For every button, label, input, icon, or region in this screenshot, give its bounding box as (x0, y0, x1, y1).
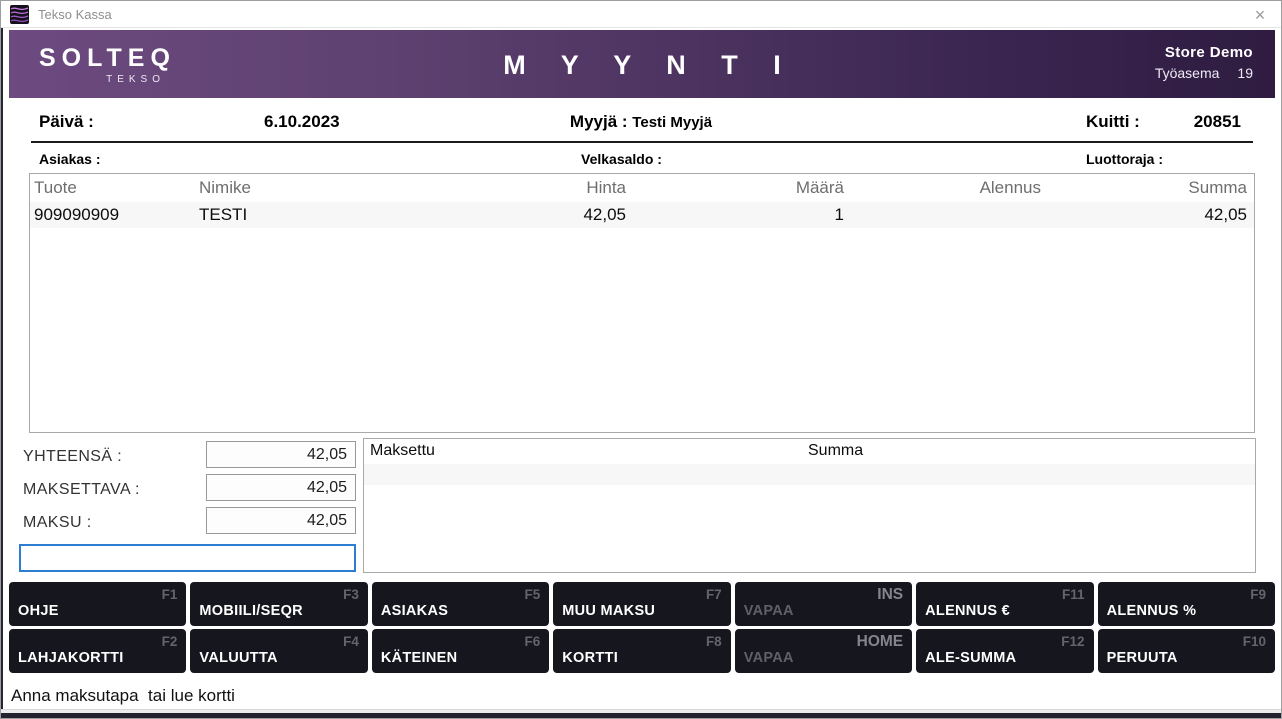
key-hint: F6 (525, 634, 541, 649)
mobile-seqr-button[interactable]: F3 MOBIILI/SEQR (190, 582, 367, 626)
payments-header-row: Maksettu Summa (364, 439, 1255, 464)
key-hint: INS (877, 586, 903, 604)
key-hint: F5 (525, 587, 541, 602)
col-header-product: Tuote (34, 178, 199, 198)
button-label: ALE-SUMMA (925, 650, 1016, 666)
free-button-ins: INS VAPAA (735, 582, 912, 626)
paid-column-header: Maksettu (370, 442, 435, 460)
key-hint: F8 (706, 634, 722, 649)
col-header-sum: Summa (1041, 178, 1247, 198)
items-table-header: Tuote Nimike Hinta Määrä Alennus Summa (30, 174, 1254, 202)
customer-label: Asiakas : (39, 151, 100, 167)
button-label: KORTTI (562, 650, 618, 666)
discount-sum-button[interactable]: F12 ALE-SUMMA (916, 629, 1093, 673)
receipt-number: 20851 (1194, 112, 1241, 132)
button-label: VALUUTTA (199, 650, 277, 666)
window-bottom-border (1, 709, 1281, 718)
total-label: YHTEENSÄ : (23, 448, 122, 466)
customer-info-row: Asiakas : Velkasaldo : Luottoraja : (1, 151, 1281, 171)
receipt-label: Kuitti : (1086, 112, 1140, 132)
key-hint: F9 (1250, 587, 1266, 602)
payable-label: MAKSETTAVA : (23, 481, 140, 499)
key-hint: F7 (706, 587, 722, 602)
seller-label: Myyjä : (570, 112, 628, 131)
button-label: ALENNUS € (925, 603, 1010, 619)
store-info: Store Demo Työasema 19 (1155, 44, 1253, 81)
payment-entry-input[interactable] (19, 544, 356, 572)
divider-line (31, 141, 1253, 143)
button-label: ALENNUS % (1107, 603, 1197, 619)
app-logo-icon (10, 5, 29, 24)
key-hint: F1 (162, 587, 178, 602)
workstation-info: Työasema 19 (1155, 65, 1253, 81)
button-label: PERUUTA (1107, 650, 1178, 666)
key-hint: F2 (162, 634, 178, 649)
button-label: VAPAA (744, 650, 794, 666)
button-label: LAHJAKORTTI (18, 650, 124, 666)
workstation-label: Työasema (1155, 65, 1220, 81)
key-hint: F3 (343, 587, 359, 602)
payments-empty-row (364, 464, 1255, 485)
button-label: VAPAA (744, 603, 794, 619)
button-label: OHJE (18, 603, 59, 619)
window-left-border (1, 28, 3, 718)
app-window: Tekso Kassa × SOLTEQ TEKSO M Y Y N T I S… (0, 0, 1282, 719)
payable-value-box: 42,05 (206, 474, 356, 501)
col-header-name: Nimike (199, 178, 434, 198)
button-label: MOBIILI/SEQR (199, 603, 303, 619)
cell-sum: 42,05 (1041, 205, 1247, 225)
cell-product-code: 909090909 (34, 205, 199, 225)
col-header-price: Hinta (434, 178, 626, 198)
window-title: Tekso Kassa (38, 7, 112, 22)
app-header: SOLTEQ TEKSO M Y Y N T I Store Demo Työa… (9, 30, 1275, 98)
key-hint: F4 (343, 634, 359, 649)
cancel-button[interactable]: F10 PERUUTA (1098, 629, 1275, 673)
screen-title: M Y Y N T I (9, 50, 1275, 81)
status-message: Anna maksutapa tai lue kortti (11, 686, 235, 706)
items-table: Tuote Nimike Hinta Määrä Alennus Summa 9… (29, 173, 1255, 433)
currency-button[interactable]: F4 VALUUTTA (190, 629, 367, 673)
store-name: Store Demo (1155, 44, 1253, 61)
col-header-discount: Alennus (844, 178, 1041, 198)
key-hint: F10 (1243, 634, 1266, 649)
button-label: ASIAKAS (381, 603, 448, 619)
button-label: MUU MAKSU (562, 603, 655, 619)
close-icon[interactable]: × (1249, 4, 1271, 26)
gift-card-button[interactable]: F2 LAHJAKORTTI (9, 629, 186, 673)
payment-value-box: 42,05 (206, 507, 356, 534)
key-hint: HOME (857, 633, 904, 651)
workstation-number: 19 (1237, 65, 1253, 81)
cell-product-name: TESTI (199, 205, 434, 225)
status-bar: Anna maksutapa tai lue kortti (1, 678, 1281, 711)
other-payment-button[interactable]: F7 MUU MAKSU (553, 582, 730, 626)
sum-column-header: Summa (808, 442, 863, 460)
card-button[interactable]: F8 KORTTI (553, 629, 730, 673)
debt-balance-label: Velkasaldo : (581, 151, 662, 167)
help-button[interactable]: F1 OHJE (9, 582, 186, 626)
button-label: KÄTEINEN (381, 650, 458, 666)
key-hint: F12 (1061, 634, 1084, 649)
receipt-info-row: Päivä : 6.10.2023 Myyjä : Testi Myyjä Ku… (1, 112, 1281, 136)
free-button-home: HOME VAPAA (735, 629, 912, 673)
customer-button[interactable]: F5 ASIAKAS (372, 582, 549, 626)
key-hint: F11 (1062, 587, 1085, 602)
seller-value: Testi Myyjä (632, 114, 712, 131)
cell-quantity: 1 (626, 205, 844, 225)
discount-euro-button[interactable]: F11 ALENNUS € (916, 582, 1093, 626)
col-header-quantity: Määrä (626, 178, 844, 198)
function-key-grid: F1 OHJE F3 MOBIILI/SEQR F5 ASIAKAS F7 MU… (9, 582, 1275, 676)
total-value-box: 42,05 (206, 441, 356, 468)
table-row[interactable]: 909090909 TESTI 42,05 1 42,05 (30, 202, 1254, 228)
discount-percent-button[interactable]: F9 ALENNUS % (1098, 582, 1275, 626)
cell-price: 42,05 (434, 205, 626, 225)
credit-limit-label: Luottoraja : (1086, 151, 1163, 167)
payment-label: MAKSU : (23, 514, 92, 532)
title-bar: Tekso Kassa × (1, 1, 1281, 28)
cash-button[interactable]: F6 KÄTEINEN (372, 629, 549, 673)
payments-panel: Maksettu Summa (363, 438, 1256, 573)
